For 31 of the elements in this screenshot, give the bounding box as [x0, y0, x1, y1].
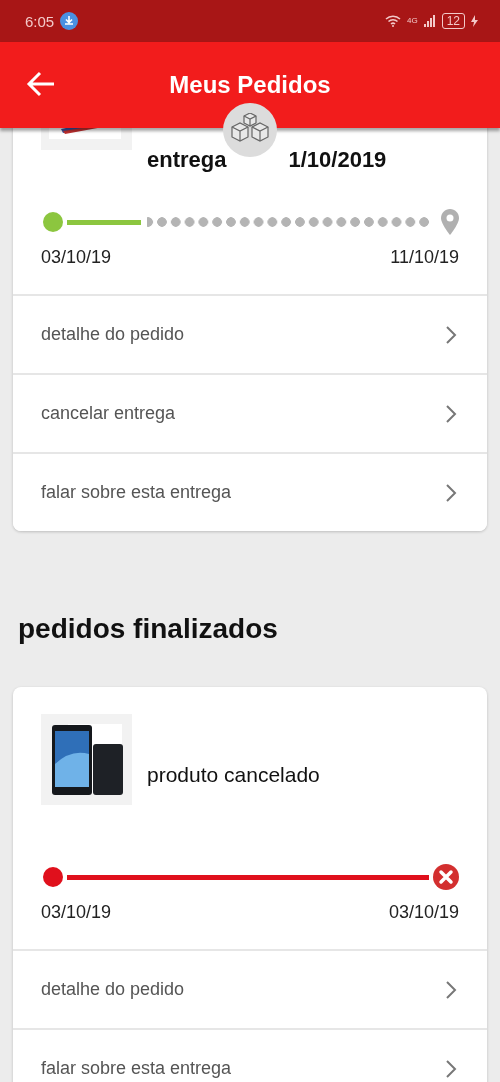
location-pin-icon — [441, 209, 459, 235]
order-title: entrega — [147, 147, 227, 173]
download-icon — [60, 12, 79, 30]
page-title: Meus Pedidos — [169, 71, 331, 99]
order-title: 1/10/2019 — [288, 147, 387, 173]
chevron-right-icon — [445, 324, 457, 345]
chevron-right-icon — [445, 482, 457, 503]
chevron-right-icon — [445, 403, 457, 424]
order-action[interactable]: detalhe do pedido — [13, 294, 487, 373]
order-action[interactable]: falar sobre esta entrega — [13, 452, 487, 531]
end-date: 03/10/19 — [388, 901, 459, 923]
start-date: 03/10/19 — [41, 901, 112, 923]
order-title: produto cancelado — [147, 762, 320, 788]
clock: 6:05 — [25, 12, 55, 30]
start-dot — [43, 867, 63, 887]
back-button[interactable] — [26, 70, 56, 98]
network-label: 4G — [406, 17, 418, 25]
start-dot — [43, 212, 63, 232]
chevron-right-icon — [445, 979, 457, 1000]
charging-icon — [471, 15, 478, 27]
chevron-right-icon — [445, 1058, 457, 1079]
battery-level: 12 — [441, 13, 465, 29]
end-date: 11/10/19 — [390, 246, 459, 268]
start-date: 03/10/19 — [41, 246, 112, 268]
cancel-icon — [433, 864, 459, 890]
signal-icon — [423, 15, 436, 27]
order-action[interactable]: cancelar entrega — [13, 373, 487, 452]
section-heading: pedidos finalizados — [18, 612, 279, 646]
wifi-icon — [384, 15, 401, 27]
order-action[interactable]: detalhe do pedido — [13, 949, 487, 1028]
order-action[interactable]: falar sobre esta entrega — [13, 1028, 487, 1082]
